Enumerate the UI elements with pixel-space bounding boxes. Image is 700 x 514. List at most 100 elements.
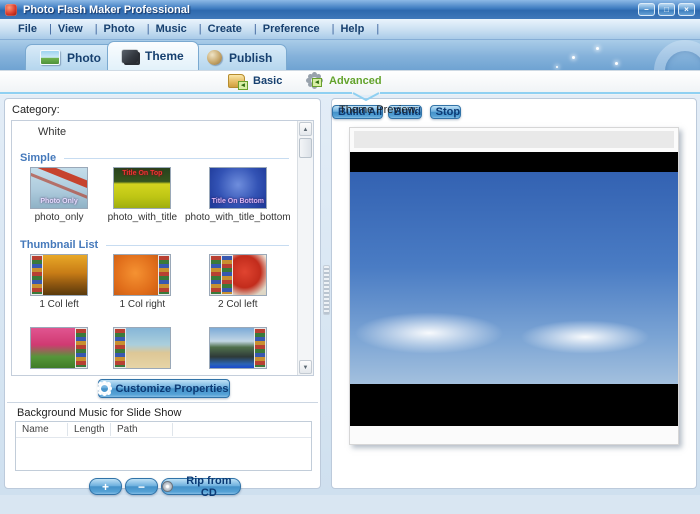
basic-folder-icon: ◂ [228, 74, 245, 88]
category-scrollbar[interactable]: ▲ ▼ [297, 121, 313, 375]
theme-item-2-col-left[interactable]: 2 Col left [183, 254, 293, 310]
prev-frame-icon[interactable]: ◂ [379, 154, 387, 171]
theme-item-lake[interactable] [183, 327, 293, 369]
player-controls: ▸ |◂ ◂ ▸ ▸| [350, 152, 678, 172]
theme-caption: photo_only [35, 212, 84, 223]
scroll-up-arrow-icon[interactable]: ▲ [299, 122, 312, 136]
theme-tab-icon [122, 50, 138, 63]
music-table[interactable]: Name Length Path [15, 421, 312, 471]
minimize-button[interactable]: – [638, 3, 655, 16]
theme-caption: photo_with_title_bottom [185, 212, 291, 223]
theme-item-photo-with-title-bottom[interactable]: Title On Bottom photo_with_title_bottom [183, 167, 293, 223]
theme-thumbnail: Photo Only [30, 167, 88, 209]
advanced-gear-icon: ◂ [308, 74, 321, 87]
tab-strip: Photo Theme Publish [0, 40, 700, 70]
theme-item-tulips[interactable] [16, 327, 102, 369]
theme-item-beach[interactable] [102, 327, 182, 369]
theme-caption: 1 Col right [120, 299, 166, 310]
active-subtab-pointer [352, 92, 380, 102]
window-title: Photo Flash Maker Professional [23, 4, 190, 16]
section-header-simple: Simple [20, 152, 289, 164]
play-icon[interactable]: ▸ [350, 154, 358, 171]
music-group-title: Background Music for Slide Show [17, 407, 181, 419]
app-window: Photo Flash Maker Professional – □ × Fil… [0, 0, 700, 514]
next-frame-icon[interactable]: ▸ [392, 154, 400, 171]
sparkle-icon [615, 62, 618, 65]
customize-properties-button[interactable]: Customize Properties [98, 379, 230, 398]
title-bar: Photo Flash Maker Professional – □ × [0, 0, 700, 19]
first-frame-icon[interactable]: |◂ [362, 154, 374, 171]
app-logo-icon [5, 4, 17, 16]
stop-button[interactable]: Stop [430, 105, 461, 119]
theme-thumbnail [113, 254, 171, 296]
category-list: White Simple Photo Only photo_only Title… [11, 120, 314, 376]
tab-photo[interactable]: Photo [25, 44, 116, 70]
menu-music[interactable]: Music [150, 23, 199, 35]
menu-help[interactable]: Help [334, 23, 376, 35]
menu-bar: File| View| Photo| Music| Create| Prefer… [0, 19, 700, 40]
theme-thumbnail [113, 327, 171, 369]
arrow-badge-icon: ◂ [312, 78, 322, 87]
rip-from-cd-label: Rip from CD [178, 475, 240, 499]
menu-separator: | [376, 23, 379, 35]
theme-thumbnail [209, 327, 267, 369]
tab-publish[interactable]: Publish [192, 44, 287, 70]
sparkle-icon [572, 56, 575, 59]
thumbnail-overlay-text: Photo Only [31, 198, 87, 205]
rip-from-cd-button[interactable]: Rip from CD [161, 478, 241, 495]
splitter-grip-icon [323, 265, 330, 315]
scroll-down-arrow-icon[interactable]: ▼ [299, 360, 312, 374]
thumbnail-overlay-text: Title On Bottom [210, 198, 266, 205]
theme-thumbnail [209, 254, 267, 296]
theme-caption: 2 Col left [218, 299, 257, 310]
menu-file[interactable]: File [12, 23, 49, 35]
theme-thumbnail: Title On Bottom [209, 167, 267, 209]
tab-theme[interactable]: Theme [107, 41, 199, 70]
subtab-basic[interactable]: ◂ Basic [228, 74, 282, 88]
theme-item-photo-only[interactable]: Photo Only photo_only [16, 167, 102, 223]
theme-caption: 1 Col left [39, 299, 78, 310]
column-name: Name [22, 424, 49, 435]
panel-splitter[interactable] [321, 95, 330, 495]
category-label: Category: [12, 104, 60, 116]
subtab-underline [380, 92, 700, 94]
subtab-advanced[interactable]: ◂ Advanced [308, 74, 382, 87]
column-length: Length [74, 424, 105, 435]
theme-item-1-col-left[interactable]: 1 Col left [16, 254, 102, 310]
arrow-badge-icon: ◂ [238, 81, 248, 90]
cloud-shape [520, 320, 650, 354]
music-table-header: Name Length Path [16, 422, 311, 438]
subtab-advanced-label: Advanced [329, 75, 382, 87]
tab-theme-label: Theme [145, 49, 184, 63]
remove-music-button[interactable]: − [125, 478, 158, 495]
main-area: Category: White Simple Photo Only photo_… [0, 95, 700, 495]
preview-photo [350, 172, 678, 384]
scrollbar-thumb[interactable] [299, 138, 312, 158]
preview-card: ▸ |◂ ◂ ▸ ▸| [349, 127, 679, 445]
subtab-bar: ◂ Basic ◂ Advanced [0, 70, 700, 95]
gear-icon [99, 383, 110, 394]
close-button[interactable]: × [678, 3, 695, 16]
theme-item-1-col-right[interactable]: 1 Col right [102, 254, 182, 310]
subtab-basic-label: Basic [253, 75, 282, 87]
sparkle-icon [596, 47, 599, 50]
menu-create[interactable]: Create [202, 23, 254, 35]
menu-preference[interactable]: Preference [257, 23, 332, 35]
divider [7, 402, 318, 403]
menu-view[interactable]: View [52, 23, 95, 35]
theme-caption-white[interactable]: White [38, 126, 66, 138]
add-music-button[interactable]: + [89, 478, 122, 495]
theme-preview-label: Theme Preview: [339, 104, 418, 116]
mountains-left [350, 322, 535, 384]
theme-thumbnail [30, 327, 88, 369]
menu-photo[interactable]: Photo [98, 23, 147, 35]
theme-item-photo-with-title[interactable]: Title On Top photo_with_title [102, 167, 182, 223]
section-header-thumbnail-list: Thumbnail List [20, 239, 289, 251]
stop-label: Stop [436, 106, 460, 118]
restore-button[interactable]: □ [658, 3, 675, 16]
thumbnail-overlay-text: Title On Top [114, 170, 170, 177]
theme-preview-panel: Theme Preview: [331, 98, 697, 489]
last-frame-icon[interactable]: ▸| [404, 154, 416, 171]
subtab-underline [0, 92, 352, 94]
tab-photo-label: Photo [67, 51, 101, 65]
